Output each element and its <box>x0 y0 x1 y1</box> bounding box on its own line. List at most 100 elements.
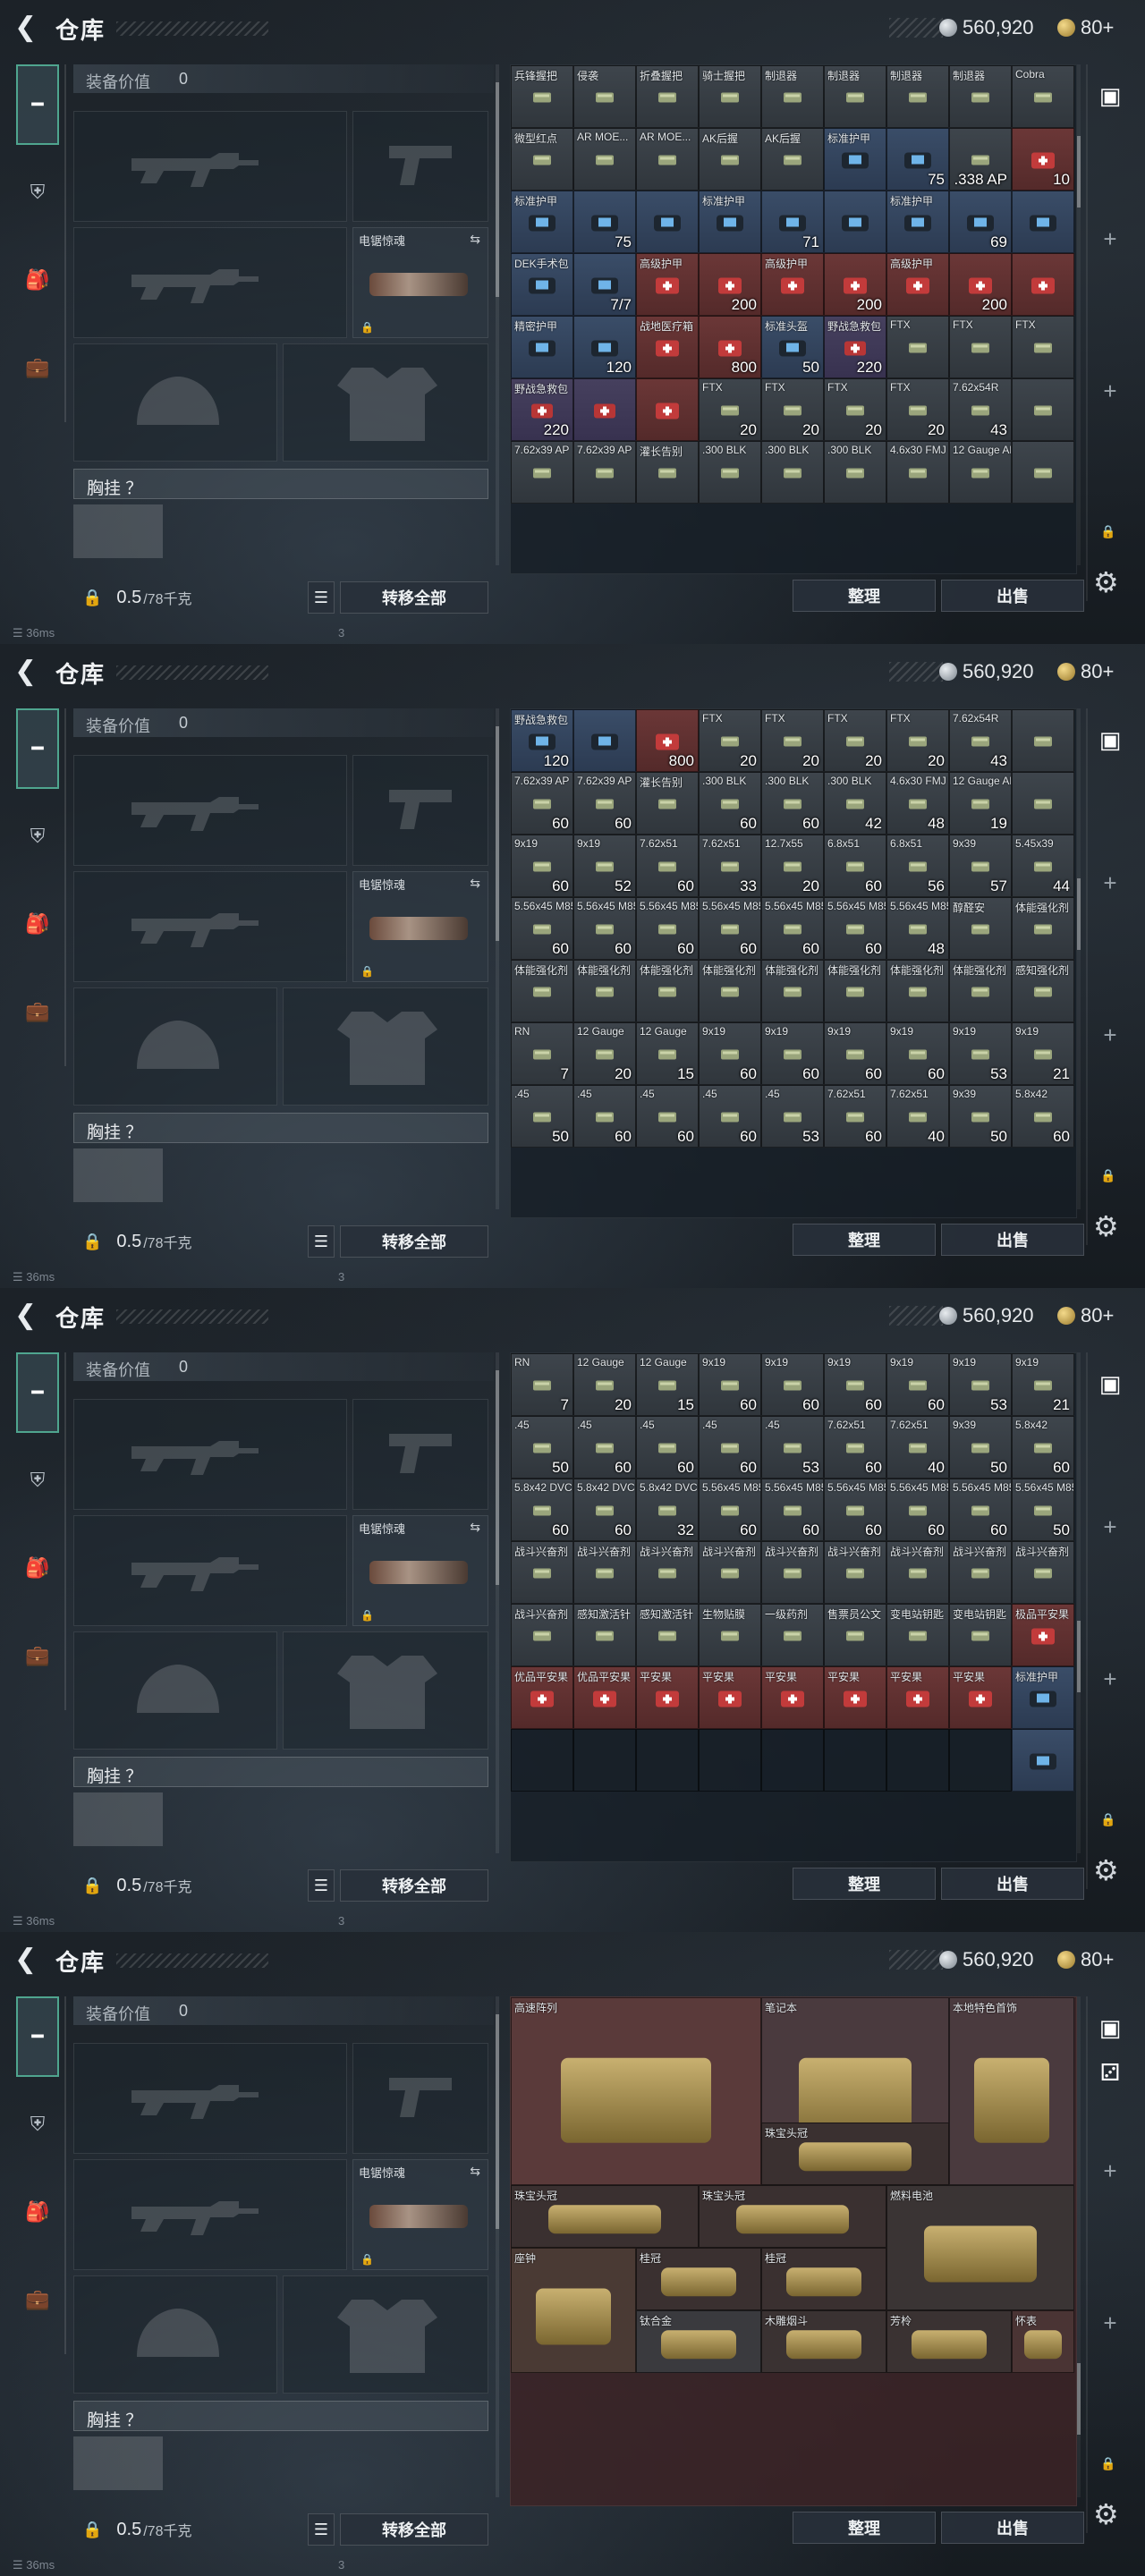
storage-item[interactable]: .45 60 <box>636 1416 699 1479</box>
storage-item[interactable]: 感知激活针 <box>636 1604 699 1666</box>
storage-item[interactable]: FTX 20 <box>699 709 761 772</box>
primary-weapon-slot[interactable] <box>73 2043 347 2154</box>
storage-item[interactable]: 战斗兴奋剂 <box>573 1541 636 1604</box>
storage-item[interactable]: 7.62x39 AP 60 <box>573 772 636 835</box>
storage-item[interactable]: 平安果 <box>824 1666 886 1729</box>
storage-item[interactable]: .45 53 <box>761 1085 824 1148</box>
storage-item[interactable] <box>1012 709 1074 772</box>
storage-item[interactable]: 侵袭 <box>573 65 636 128</box>
add-tab-button[interactable]: + <box>1088 216 1132 261</box>
level-badge[interactable]: 80+ <box>1057 1946 1114 1973</box>
storage-item[interactable] <box>1012 1729 1074 1792</box>
storage-item[interactable]: 5.8x42 60 <box>1012 1085 1074 1148</box>
equipment-scrollbar[interactable] <box>496 708 499 1209</box>
sort-button[interactable]: 整理 <box>793 1868 936 1900</box>
body-armor-slot[interactable] <box>283 2275 488 2394</box>
storage-item[interactable]: 5.56x45 M855A1 60 <box>636 897 699 960</box>
chest-rig-slot[interactable]: 胸挂 ？ <box>73 1757 488 1787</box>
storage-item[interactable]: 战斗兴奋剂 <box>949 1541 1012 1604</box>
storage-item[interactable]: 9x19 21 <box>1012 1022 1074 1085</box>
storage-item[interactable]: 5.56x45 M855 60 <box>886 1479 949 1541</box>
storage-item[interactable]: 体能强化剂 <box>636 960 699 1022</box>
storage-item[interactable]: 5.56x45 M855 60 <box>699 1479 761 1541</box>
storage-item[interactable]: 野战急救包 220 <box>511 378 573 441</box>
storage-item[interactable]: FTX <box>886 316 949 378</box>
valuable-scroll[interactable]: 芳柃 <box>886 2310 1012 2373</box>
storage-item[interactable]: .45 60 <box>636 1085 699 1148</box>
storage-item[interactable]: 4.6x30 FMJ 48 <box>886 772 949 835</box>
storage-item[interactable]: 战斗兴奋剂 <box>699 1541 761 1604</box>
storage-item[interactable]: 75 <box>573 191 636 253</box>
storage-item[interactable]: AR MOE... <box>573 128 636 191</box>
sidearm-slot[interactable] <box>352 111 488 222</box>
storage-item[interactable]: 极品平安果 <box>1012 1604 1074 1666</box>
storage-item[interactable]: RN 7 <box>511 1022 573 1085</box>
storage-item[interactable]: 骑士握把 <box>699 65 761 128</box>
storage-item[interactable] <box>1012 441 1074 504</box>
storage-item[interactable]: 标准护甲 <box>1012 1666 1074 1729</box>
add-tab-button[interactable]: + <box>1088 2148 1132 2193</box>
storage-item[interactable]: .300 BLK <box>761 441 824 504</box>
storage-item[interactable]: 7.62x51 40 <box>886 1416 949 1479</box>
storage-item[interactable]: 平安果 <box>699 1666 761 1729</box>
storage-item[interactable]: 灌长告别 <box>636 441 699 504</box>
storage-item[interactable]: 9x19 60 <box>761 1022 824 1085</box>
storage-main-tab[interactable]: ▣ <box>1088 2005 1132 2050</box>
level-badge[interactable]: 80+ <box>1057 1302 1114 1329</box>
valuable-bracelet1[interactable]: 桂冠 <box>636 2248 761 2310</box>
nav-armor[interactable]: ⛨ <box>16 152 59 233</box>
nav-case[interactable]: 💼 <box>16 1615 59 1696</box>
primary-weapon-slot[interactable] <box>73 111 347 222</box>
storage-main-tab[interactable]: ▣ <box>1088 1361 1132 1406</box>
storage-item[interactable]: RN 7 <box>511 1353 573 1416</box>
storage-item[interactable]: 9x19 60 <box>699 1353 761 1416</box>
storage-item[interactable]: 野战急救包 220 <box>824 316 886 378</box>
storage-main-tab[interactable]: ▣ <box>1088 717 1132 762</box>
transfer-all-button[interactable]: 转移全部 <box>340 2513 488 2546</box>
storage-item[interactable]: DEK手术包 <box>511 253 573 316</box>
storage-item[interactable]: 感知强化剂 <box>1012 960 1074 1022</box>
storage-item[interactable]: 5.56x45 M855 60 <box>824 1479 886 1541</box>
storage-item[interactable]: FTX 20 <box>699 378 761 441</box>
storage-item[interactable]: 变电站钥匙 <box>949 1604 1012 1666</box>
storage-item[interactable]: 9x39 50 <box>949 1085 1012 1148</box>
sidearm-slot[interactable] <box>352 755 488 866</box>
nav-backpack[interactable]: 🎒 <box>16 1528 59 1608</box>
storage-item[interactable]: 10 <box>1012 128 1074 191</box>
storage-item[interactable]: 71 <box>761 191 824 253</box>
storage-item[interactable]: 9x19 60 <box>886 1353 949 1416</box>
valuable-bracelet2[interactable]: 桂冠 <box>761 2248 886 2310</box>
list-view-button[interactable]: ☰ <box>308 2513 335 2546</box>
storage-item[interactable]: 6.8x51 60 <box>824 835 886 897</box>
storage-item[interactable]: 200 <box>949 253 1012 316</box>
storage-item[interactable] <box>636 378 699 441</box>
storage-item[interactable]: FTX 20 <box>824 378 886 441</box>
nav-armor[interactable]: ⛨ <box>16 1440 59 1521</box>
swap-icon[interactable]: ⇆ <box>470 1520 480 1535</box>
storage-item[interactable]: 7.62x39 AP <box>573 441 636 504</box>
storage-item[interactable]: 9x19 60 <box>886 1022 949 1085</box>
settings-gear-icon[interactable]: ⚙ <box>1093 2497 1119 2531</box>
equipment-scrollbar[interactable] <box>496 1352 499 1853</box>
storage-item[interactable]: 标准护甲 <box>886 191 949 253</box>
storage-item[interactable] <box>573 378 636 441</box>
valuable-battery[interactable]: 燃料电池 <box>886 2185 1074 2310</box>
storage-item[interactable]: 售票员公文 <box>824 1604 886 1666</box>
storage-item[interactable] <box>1012 191 1074 253</box>
storage-item[interactable]: AK后握 <box>761 128 824 191</box>
storage-scrollbar[interactable] <box>1077 1996 1081 2497</box>
storage-item[interactable]: 体能强化剂 <box>761 960 824 1022</box>
storage-item[interactable]: 9x19 60 <box>824 1353 886 1416</box>
storage-item[interactable]: 7.62x39 AP 60 <box>511 772 573 835</box>
storage-item[interactable] <box>1012 772 1074 835</box>
primary-weapon-slot[interactable] <box>73 755 347 866</box>
storage-item[interactable]: 9x19 53 <box>949 1353 1012 1416</box>
back-arrow-icon[interactable]: ❮ <box>14 1301 39 1331</box>
add-tab-button[interactable]: + <box>1088 1657 1132 1701</box>
storage-item[interactable]: 9x19 60 <box>824 1022 886 1085</box>
swap-icon[interactable]: ⇆ <box>470 876 480 891</box>
add-tab-button[interactable]: + <box>1088 1013 1132 1057</box>
storage-item[interactable]: .300 BLK 60 <box>699 772 761 835</box>
storage-item[interactable]: FTX <box>1012 316 1074 378</box>
helmet-slot[interactable] <box>73 1631 277 1750</box>
